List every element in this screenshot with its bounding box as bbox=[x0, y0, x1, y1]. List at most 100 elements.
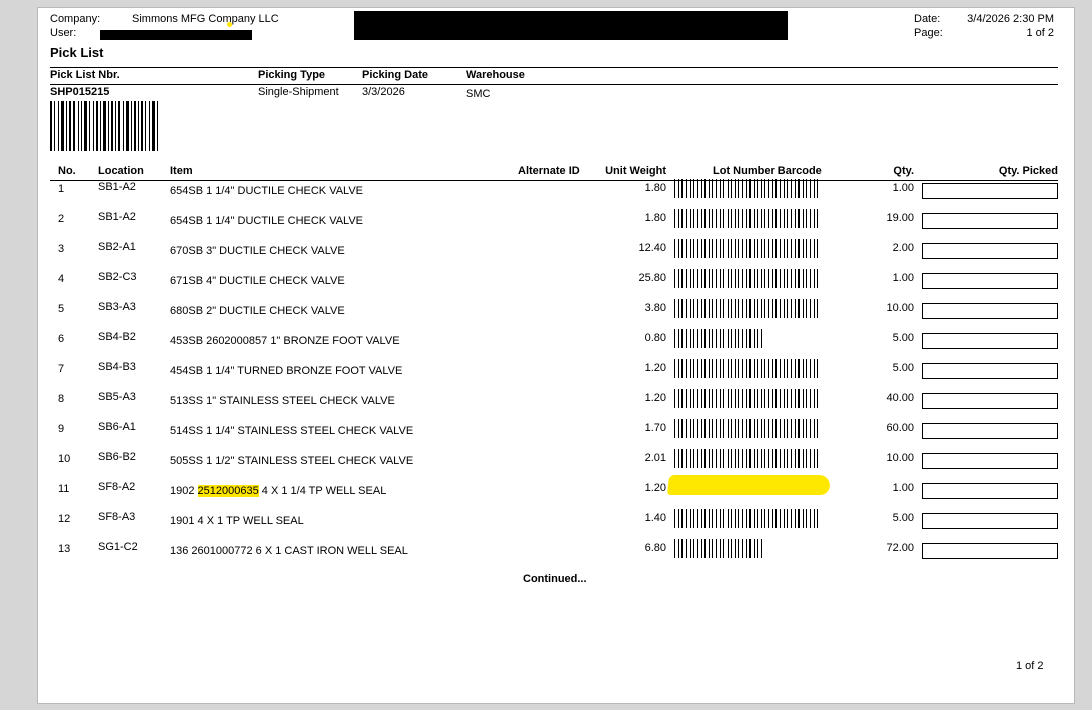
qty-picked-box[interactable] bbox=[922, 543, 1058, 559]
row-item: 454SB 1 1/4" TURNED BRONZE FOOT VALVE bbox=[170, 365, 402, 377]
table-row: 6 SB4-B2 453SB 2602000857 1" BRONZE FOOT… bbox=[38, 329, 1074, 363]
col-qty: Qty. bbox=[893, 165, 914, 177]
row-qty: 60.00 bbox=[886, 422, 914, 434]
pick-list-nbr-label: Pick List Nbr. bbox=[50, 69, 120, 81]
lot-barcode bbox=[674, 329, 762, 348]
row-location: SG1-C2 bbox=[98, 541, 138, 553]
table-row: 1 SB1-A2 654SB 1 1/4" DUCTILE CHECK VALV… bbox=[38, 179, 1074, 213]
row-number: 13 bbox=[58, 543, 71, 555]
table-row: 10 SB6-B2 505SS 1 1/2" STAINLESS STEEL C… bbox=[38, 449, 1074, 483]
qty-picked-box[interactable] bbox=[922, 183, 1058, 199]
row-number: 9 bbox=[58, 423, 65, 435]
row-number: 8 bbox=[58, 393, 65, 405]
table-row: 13 SG1-C2 136 2601000772 6 X 1 CAST IRON… bbox=[38, 539, 1074, 573]
highlight-dot bbox=[227, 22, 232, 27]
row-item: 505SS 1 1/2" STAINLESS STEEL CHECK VALVE bbox=[170, 455, 413, 467]
highlighted-barcode bbox=[666, 475, 832, 495]
qty-picked-box[interactable] bbox=[922, 273, 1058, 289]
row-qty: 40.00 bbox=[886, 392, 914, 404]
col-no: No. bbox=[58, 165, 76, 177]
qty-picked-box[interactable] bbox=[922, 513, 1058, 529]
lot-barcode bbox=[674, 239, 818, 258]
qty-picked-box[interactable] bbox=[922, 453, 1058, 469]
item-text: 1901 4 X 1 TP WELL SEAL bbox=[170, 515, 304, 527]
lot-barcode bbox=[674, 419, 818, 438]
row-unit-weight: 1.80 bbox=[644, 182, 666, 194]
qty-picked-box[interactable] bbox=[922, 243, 1058, 259]
lot-barcode bbox=[674, 359, 818, 378]
row-item: 514SS 1 1/4" STAINLESS STEEL CHECK VALVE bbox=[170, 425, 413, 437]
item-text: 505SS 1 1/2" STAINLESS STEEL CHECK VALVE bbox=[170, 455, 414, 467]
row-item: 654SB 1 1/4" DUCTILE CHECK VALVE bbox=[170, 185, 363, 197]
picking-type-label: Picking Type bbox=[258, 69, 326, 81]
highlighted-lot: 2512000635 bbox=[197, 485, 259, 497]
pick-list-barcode bbox=[50, 101, 158, 151]
row-unit-weight: 1.70 bbox=[644, 422, 666, 434]
date-value: 3/4/2026 2:30 PM bbox=[967, 13, 1054, 25]
redacted-user bbox=[100, 30, 252, 40]
report-title: Pick List bbox=[50, 45, 104, 60]
item-text: 1902 2512000635 4 X 1 1/4 TP WELL SEAL bbox=[170, 485, 387, 497]
row-unit-weight: 1.20 bbox=[644, 482, 666, 494]
row-qty: 1.00 bbox=[892, 482, 914, 494]
page-value: 1 of 2 bbox=[1026, 27, 1054, 39]
qty-picked-box[interactable] bbox=[922, 333, 1058, 349]
table-row: 3 SB2-A1 670SB 3" DUCTILE CHECK VALVE 12… bbox=[38, 239, 1074, 273]
row-number: 3 bbox=[58, 243, 65, 255]
row-number: 10 bbox=[58, 453, 71, 465]
row-item: 654SB 1 1/4" DUCTILE CHECK VALVE bbox=[170, 215, 363, 227]
qty-picked-box[interactable] bbox=[922, 393, 1058, 409]
item-text: 671SB 4" DUCTILE CHECK VALVE bbox=[170, 275, 345, 287]
picking-type: Single-Shipment bbox=[258, 86, 339, 98]
row-number: 1 bbox=[58, 183, 65, 195]
row-unit-weight: 1.40 bbox=[644, 512, 666, 524]
row-location: SB2-A1 bbox=[98, 241, 136, 253]
lot-barcode bbox=[674, 389, 818, 408]
qty-picked-box[interactable] bbox=[922, 423, 1058, 439]
row-unit-weight: 12.40 bbox=[638, 242, 666, 254]
row-location: SF8-A2 bbox=[98, 481, 136, 493]
row-item: 680SB 2" DUCTILE CHECK VALVE bbox=[170, 305, 345, 317]
row-location: SB2-C3 bbox=[98, 271, 137, 283]
row-item: 671SB 4" DUCTILE CHECK VALVE bbox=[170, 275, 345, 287]
row-unit-weight: 3.80 bbox=[644, 302, 666, 314]
table-row: 11 SF8-A2 1902 2512000635 4 X 1 1/4 TP W… bbox=[38, 475, 1074, 513]
info-divider bbox=[50, 84, 1058, 85]
qty-picked-box[interactable] bbox=[922, 213, 1058, 229]
lot-barcode bbox=[674, 539, 762, 558]
row-item: 136 2601000772 6 X 1 CAST IRON WELL SEAL bbox=[170, 545, 408, 557]
row-qty: 2.00 bbox=[892, 242, 914, 254]
picking-date-label: Picking Date bbox=[362, 69, 429, 81]
title-divider bbox=[50, 67, 1058, 68]
row-item: 670SB 3" DUCTILE CHECK VALVE bbox=[170, 245, 345, 257]
qty-picked-box[interactable] bbox=[922, 303, 1058, 319]
row-qty: 72.00 bbox=[886, 542, 914, 554]
lot-barcode bbox=[674, 209, 818, 228]
row-unit-weight: 1.20 bbox=[644, 362, 666, 374]
row-unit-weight: 25.80 bbox=[638, 272, 666, 284]
table-row: 12 SF8-A3 1901 4 X 1 TP WELL SEAL 1.40 5… bbox=[38, 509, 1074, 543]
col-qty-picked: Qty. Picked bbox=[998, 165, 1058, 177]
row-qty: 5.00 bbox=[892, 332, 914, 344]
pick-list-nbr: SHP015215 bbox=[50, 86, 110, 98]
table-header-divider bbox=[50, 180, 1058, 181]
row-number: 2 bbox=[58, 213, 65, 225]
row-location: SB4-B3 bbox=[98, 361, 136, 373]
row-location: SB1-A2 bbox=[98, 211, 136, 223]
table-row: 2 SB1-A2 654SB 1 1/4" DUCTILE CHECK VALV… bbox=[38, 209, 1074, 243]
table-row: 9 SB6-A1 514SS 1 1/4" STAINLESS STEEL CH… bbox=[38, 419, 1074, 453]
row-qty: 1.00 bbox=[892, 272, 914, 284]
col-item: Item bbox=[170, 165, 193, 177]
user-label: User: bbox=[50, 27, 77, 39]
qty-picked-box[interactable] bbox=[922, 363, 1058, 379]
company-label: Company: bbox=[50, 13, 101, 25]
row-unit-weight: 1.80 bbox=[644, 212, 666, 224]
col-location: Location bbox=[98, 165, 144, 177]
row-item: 1901 4 X 1 TP WELL SEAL bbox=[170, 515, 304, 527]
row-location: SB6-A1 bbox=[98, 421, 136, 433]
item-text: 670SB 3" DUCTILE CHECK VALVE bbox=[170, 245, 345, 257]
warehouse-label: Warehouse bbox=[466, 69, 525, 81]
row-number: 12 bbox=[58, 513, 71, 525]
row-number: 5 bbox=[58, 303, 65, 315]
qty-picked-box[interactable] bbox=[922, 483, 1058, 499]
